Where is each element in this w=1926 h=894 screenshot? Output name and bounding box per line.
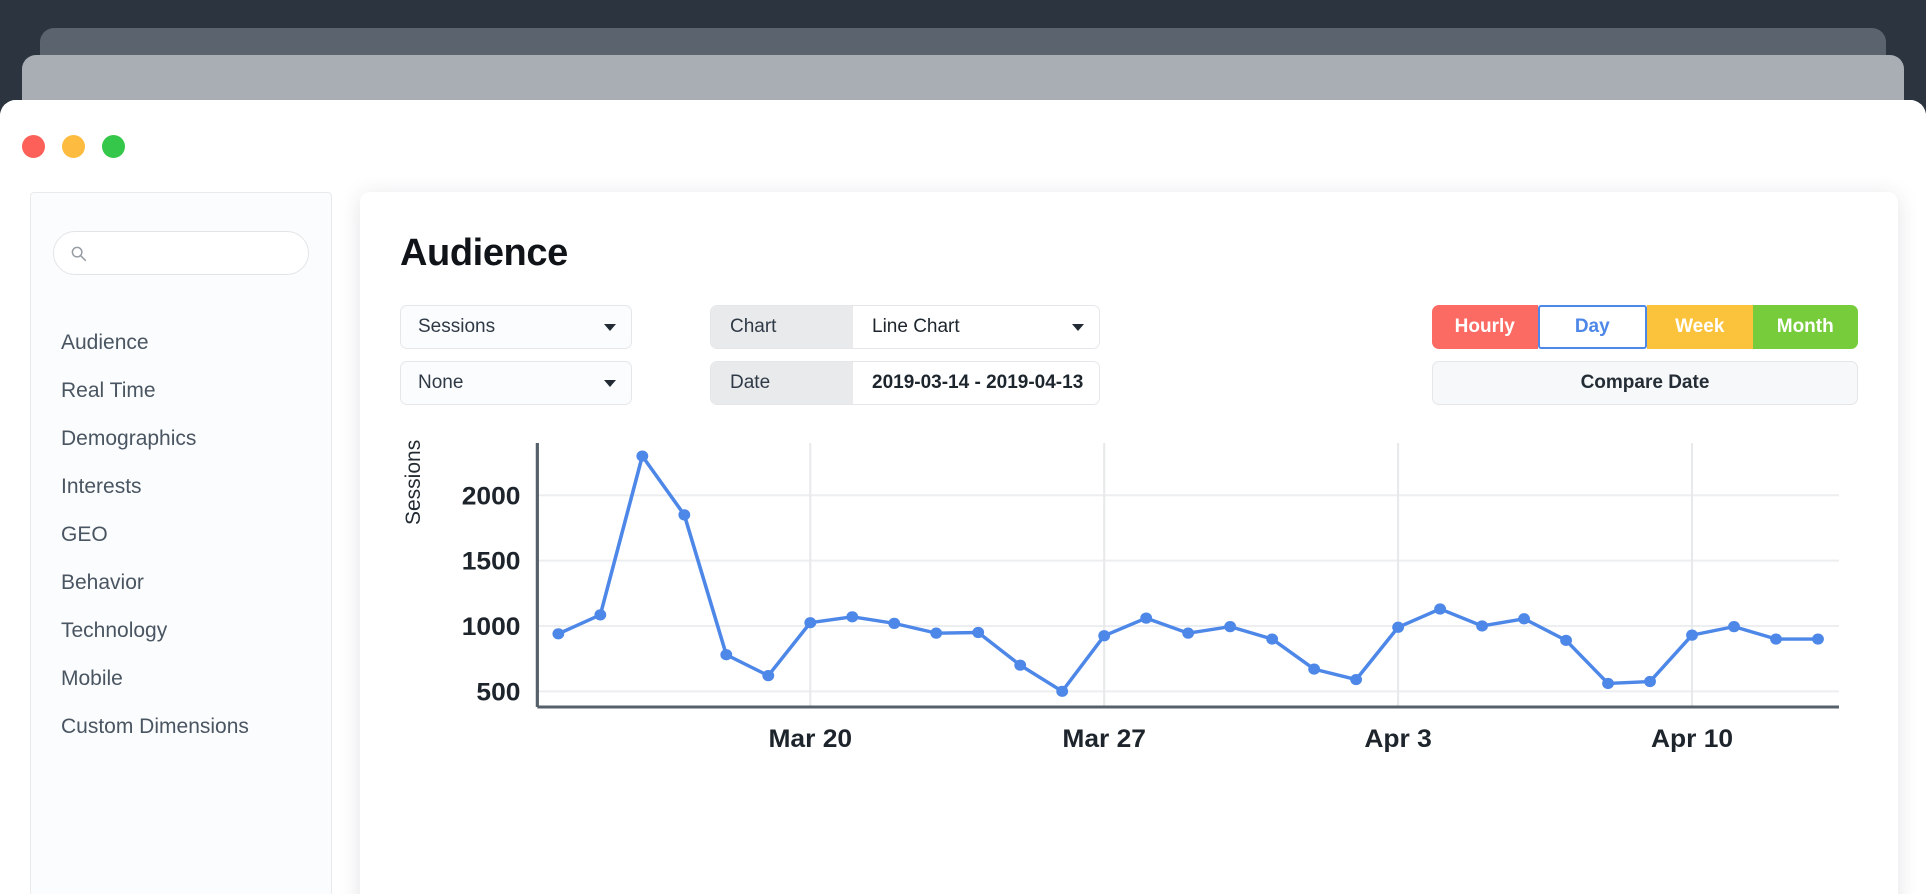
chart-data-point	[930, 628, 942, 639]
chart-canvas: 500 1000 1500 2000 Mar 20 Mar 27 Apr 3 Apr 10	[400, 429, 1858, 759]
page-title: Audience	[400, 232, 1858, 275]
sidebar-item-audience[interactable]: Audience	[31, 319, 331, 367]
sidebar-item-real-time[interactable]: Real Time	[31, 367, 331, 415]
close-button-icon[interactable]	[22, 135, 45, 158]
chart-y-axis-title: Sessions	[402, 440, 426, 525]
chart-data-point	[1602, 678, 1614, 689]
controls-toolbar: Sessions None Chart Line Chart Date	[400, 305, 1858, 405]
chart-data-point	[1392, 622, 1404, 633]
chart-data-point	[1770, 633, 1782, 644]
granularity-option-week[interactable]: Week	[1647, 305, 1753, 349]
chart-data-point	[1056, 686, 1068, 697]
date-range-label: Date	[711, 362, 853, 404]
chart-data-point	[1182, 628, 1194, 639]
chart-data-point	[594, 609, 606, 620]
compare-date-button[interactable]: Compare Date	[1432, 361, 1858, 405]
compare-date-container: Compare Date	[1178, 361, 1858, 405]
chart-y-tick-label: 500	[476, 679, 520, 706]
chevron-down-icon	[604, 380, 616, 387]
browser-window: Audience Real Time Demographics Interest…	[0, 100, 1926, 894]
chart-y-tick-label: 1500	[462, 548, 521, 575]
chart-data-point	[762, 670, 774, 681]
chart-data-point	[1350, 674, 1362, 685]
granularity-segmented-control: Hourly Day Week Month	[1432, 305, 1858, 349]
search-box[interactable]	[53, 231, 309, 275]
chart-type-value[interactable]: Line Chart	[853, 306, 1099, 348]
chart-x-tick-label: Mar 20	[768, 726, 852, 753]
chart-data-point	[1560, 635, 1572, 646]
sidebar-item-interests[interactable]: Interests	[31, 463, 331, 511]
chart-type-label: Chart	[711, 306, 853, 348]
segment-select[interactable]: None	[400, 361, 632, 405]
sidebar: Audience Real Time Demographics Interest…	[30, 192, 332, 894]
maximize-button-icon[interactable]	[102, 135, 125, 158]
chart-data-point	[1686, 630, 1698, 641]
window-titlebar	[0, 100, 1926, 192]
chart-data-point	[888, 618, 900, 629]
sidebar-item-geo[interactable]: GEO	[31, 511, 331, 559]
granularity-container: Hourly Day Week Month	[1178, 305, 1858, 349]
chevron-down-icon	[604, 324, 616, 331]
search-input[interactable]	[96, 245, 292, 262]
chart-data-point	[804, 617, 816, 628]
chart-data-point	[1812, 633, 1824, 644]
chart-data-point	[720, 649, 732, 660]
chart-type-value-text: Line Chart	[872, 316, 960, 338]
date-range-field[interactable]: Date 2019-03-14 - 2019-04-13	[710, 361, 1100, 405]
granularity-option-hourly[interactable]: Hourly	[1432, 305, 1538, 349]
sidebar-item-demographics[interactable]: Demographics	[31, 415, 331, 463]
app-body: Audience Real Time Demographics Interest…	[0, 192, 1926, 894]
sidebar-item-mobile[interactable]: Mobile	[31, 655, 331, 703]
granularity-option-month[interactable]: Month	[1753, 305, 1859, 349]
chart-data-point	[1308, 663, 1320, 674]
chart-x-tick-label: Mar 27	[1062, 726, 1146, 753]
chart-data-point	[1728, 621, 1740, 632]
chart-data-point	[636, 450, 648, 461]
chart-type-field[interactable]: Chart Line Chart	[710, 305, 1100, 349]
metric-select[interactable]: Sessions	[400, 305, 632, 349]
sessions-line-chart: Sessions 500 1000 1500 2000 Mar 20 Mar 27 Apr …	[400, 429, 1858, 759]
sidebar-item-behavior[interactable]: Behavior	[31, 559, 331, 607]
chart-data-point	[846, 611, 858, 622]
chart-data-point	[1140, 613, 1152, 624]
date-range-value[interactable]: 2019-03-14 - 2019-04-13	[853, 362, 1099, 404]
search-icon	[70, 245, 87, 262]
sidebar-item-custom-dimensions[interactable]: Custom Dimensions	[31, 703, 331, 751]
chart-data-point	[1098, 630, 1110, 641]
metric-select-value: Sessions	[418, 316, 495, 338]
content-card: Audience Sessions None Chart Line Chart	[360, 192, 1898, 894]
minimize-button-icon[interactable]	[62, 135, 85, 158]
chart-data-point	[678, 509, 690, 520]
chart-series-line	[558, 456, 1818, 691]
chevron-down-icon	[1072, 324, 1084, 331]
chart-data-point	[552, 628, 564, 639]
sidebar-item-technology[interactable]: Technology	[31, 607, 331, 655]
chart-y-tick-label: 2000	[462, 483, 521, 510]
segment-select-value: None	[418, 372, 463, 394]
chart-data-point	[1014, 660, 1026, 671]
chart-data-point	[1224, 621, 1236, 632]
chart-data-point	[1518, 613, 1530, 624]
chart-x-tick-label: Apr 3	[1364, 726, 1431, 753]
chart-data-point	[1266, 633, 1278, 644]
chart-x-tick-label: Apr 10	[1651, 726, 1733, 753]
chart-data-point	[972, 627, 984, 638]
chart-data-point	[1644, 676, 1656, 687]
chart-y-tick-label: 1000	[462, 614, 521, 641]
granularity-option-day[interactable]: Day	[1538, 305, 1648, 349]
chart-data-point	[1476, 620, 1488, 631]
chart-data-point	[1434, 603, 1446, 614]
